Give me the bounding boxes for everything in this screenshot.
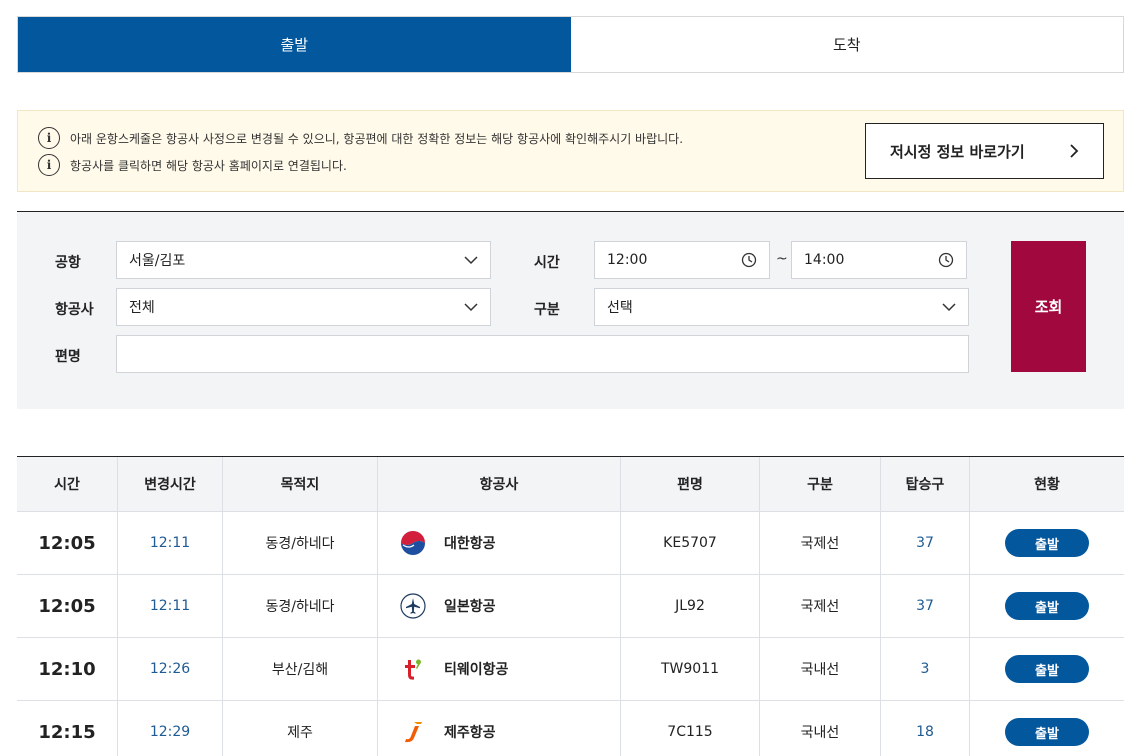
header-gate: 탑승구 bbox=[881, 457, 970, 511]
plane-icon bbox=[400, 593, 426, 619]
destination: 제주 bbox=[223, 701, 378, 756]
airline-link[interactable]: 티웨이항공 bbox=[378, 638, 621, 700]
scheduled-time: 12:05 bbox=[17, 575, 118, 637]
tab-arrival[interactable]: 도착 bbox=[570, 17, 1123, 72]
notice-text: 항공사를 클릭하면 해당 항공사 홈페이지로 연결됩니다. bbox=[70, 158, 347, 173]
low-visibility-info-button[interactable]: 저시정 정보 바로가기 bbox=[865, 123, 1104, 179]
scheduled-time: 12:10 bbox=[17, 638, 118, 700]
flight-number: JL92 bbox=[621, 575, 760, 637]
time-label: 시간 bbox=[534, 255, 560, 271]
status-badge: 출발 bbox=[1005, 718, 1089, 746]
status-badge: 출발 bbox=[1005, 655, 1089, 683]
time-from-value: 12:00 bbox=[607, 252, 648, 268]
status-cell: 출발 bbox=[970, 638, 1124, 700]
gate: 37 bbox=[881, 575, 970, 637]
info-icon: i bbox=[38, 154, 60, 176]
flight-type: 국제선 bbox=[760, 512, 881, 574]
airline-name: 제주항공 bbox=[444, 725, 496, 741]
airline-value: 전체 bbox=[129, 300, 155, 316]
header-changed-time: 변경시간 bbox=[118, 457, 223, 511]
direction-tabs: 출발 도착 bbox=[17, 16, 1124, 73]
time-from-input[interactable]: 12:00 bbox=[594, 241, 770, 279]
search-panel: 공항 서울/김포 항공사 전체 편명 시간 12:00 ~ 14:00 구분 선… bbox=[17, 211, 1124, 409]
status-cell: 출발 bbox=[970, 701, 1124, 756]
type-select[interactable]: 선택 bbox=[594, 288, 969, 326]
type-label: 구분 bbox=[534, 302, 560, 318]
destination: 동경/하네다 bbox=[223, 575, 378, 637]
airport-label: 공항 bbox=[55, 255, 81, 271]
time-to-value: 14:00 bbox=[804, 252, 845, 268]
flight-label: 편명 bbox=[55, 349, 81, 365]
destination: 동경/하네다 bbox=[223, 512, 378, 574]
changed-time: 12:26 bbox=[118, 638, 223, 700]
flight-input[interactable] bbox=[116, 335, 969, 373]
header-time: 시간 bbox=[17, 457, 118, 511]
status-cell: 출발 bbox=[970, 512, 1124, 574]
airline-name: 일본항공 bbox=[444, 599, 496, 615]
tab-departure[interactable]: 출발 bbox=[18, 17, 571, 72]
gate: 3 bbox=[881, 638, 970, 700]
notice-line: i 아래 운항스케줄은 항공사 사정으로 변경될 수 있으니, 항공편에 대한 … bbox=[38, 127, 683, 149]
chevron-down-icon bbox=[464, 256, 478, 265]
table-row: 12:10 12:26 부산/김해 티웨이항공 TW9011 국내선 3 출발 bbox=[17, 638, 1124, 701]
jeju-air-logo bbox=[405, 722, 422, 743]
notice-box: i 아래 운항스케줄은 항공사 사정으로 변경될 수 있으니, 항공편에 대한 … bbox=[17, 110, 1124, 192]
changed-time: 12:29 bbox=[118, 701, 223, 756]
status-badge: 출발 bbox=[1005, 529, 1089, 557]
tway-logo bbox=[405, 659, 421, 680]
airline-link[interactable]: 대한항공 bbox=[378, 512, 621, 574]
gate: 37 bbox=[881, 512, 970, 574]
gate: 18 bbox=[881, 701, 970, 756]
flight-number: KE5707 bbox=[621, 512, 760, 574]
status-cell: 출발 bbox=[970, 575, 1124, 637]
flight-type: 국내선 bbox=[760, 638, 881, 700]
flight-type: 국내선 bbox=[760, 701, 881, 756]
chevron-down-icon bbox=[942, 303, 956, 312]
flight-type: 국제선 bbox=[760, 575, 881, 637]
chevron-down-icon bbox=[464, 303, 478, 312]
airline-select[interactable]: 전체 bbox=[116, 288, 491, 326]
time-to-input[interactable]: 14:00 bbox=[791, 241, 967, 279]
header-airline: 항공사 bbox=[378, 457, 621, 511]
destination: 부산/김해 bbox=[223, 638, 378, 700]
changed-time: 12:11 bbox=[118, 512, 223, 574]
table-row: 12:15 12:29 제주 제주항공 7C115 국내선 18 출발 bbox=[17, 701, 1124, 756]
table-header: 시간 변경시간 목적지 항공사 편명 구분 탑승구 현황 bbox=[17, 457, 1124, 512]
table-row: 12:05 12:11 동경/하네다 일본항공 JL92 국제선 37 출발 bbox=[17, 575, 1124, 638]
chevron-right-icon bbox=[1070, 144, 1079, 158]
airport-select[interactable]: 서울/김포 bbox=[116, 241, 491, 279]
header-destination: 목적지 bbox=[223, 457, 378, 511]
flight-number: TW9011 bbox=[621, 638, 760, 700]
scheduled-time: 12:05 bbox=[17, 512, 118, 574]
notice-text: 아래 운항스케줄은 항공사 사정으로 변경될 수 있으니, 항공편에 대한 정확… bbox=[70, 131, 684, 146]
clock-icon bbox=[741, 252, 757, 268]
scheduled-time: 12:15 bbox=[17, 701, 118, 756]
status-badge: 출발 bbox=[1005, 592, 1089, 620]
flight-number: 7C115 bbox=[621, 701, 760, 756]
airline-name: 티웨이항공 bbox=[444, 662, 509, 678]
airline-link[interactable]: 제주항공 bbox=[378, 701, 621, 756]
time-separator: ~ bbox=[776, 251, 788, 267]
type-value: 선택 bbox=[607, 300, 633, 316]
info-icon: i bbox=[38, 127, 60, 149]
header-status: 현황 bbox=[1034, 477, 1060, 493]
button-label: 저시정 정보 바로가기 bbox=[890, 142, 1025, 161]
airline-link[interactable]: 일본항공 bbox=[378, 575, 621, 637]
header-flight: 편명 bbox=[621, 457, 760, 511]
changed-time: 12:11 bbox=[118, 575, 223, 637]
table-row: 12:05 12:11 동경/하네다 대한항공 KE5707 국제선 37 출발 bbox=[17, 512, 1124, 575]
notice-line: i 항공사를 클릭하면 해당 항공사 홈페이지로 연결됩니다. bbox=[38, 154, 347, 176]
flight-table: 시간 변경시간 목적지 항공사 편명 구분 탑승구 현황 12:05 12:11… bbox=[17, 456, 1124, 756]
search-button[interactable]: 조회 bbox=[1011, 241, 1086, 372]
clock-icon bbox=[938, 252, 954, 268]
airline-name: 대한항공 bbox=[444, 536, 496, 552]
korean-air-logo bbox=[400, 530, 426, 556]
airport-value: 서울/김포 bbox=[129, 253, 186, 269]
airline-label: 항공사 bbox=[55, 302, 94, 318]
header-type: 구분 bbox=[760, 457, 881, 511]
